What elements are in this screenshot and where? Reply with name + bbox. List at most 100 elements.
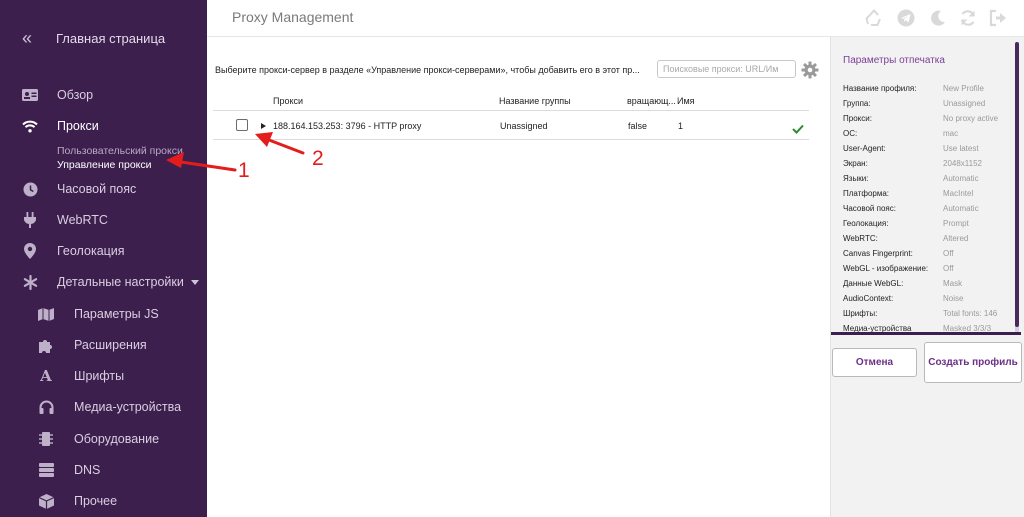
server-icon xyxy=(38,462,54,478)
telegram-icon[interactable] xyxy=(897,9,915,27)
sidebar-item-hardware[interactable]: Оборудование xyxy=(0,428,207,450)
fingerprint-key: Платформа: xyxy=(843,189,890,198)
cancel-button[interactable]: Отмена xyxy=(832,348,917,377)
fingerprint-value: Prompt xyxy=(943,219,969,228)
sidebar-item-label: Расширения xyxy=(74,338,147,352)
fingerprint-key: Canvas Fingerprint: xyxy=(843,249,913,258)
sidebar-item-timezone[interactable]: Часовой пояс xyxy=(0,178,207,200)
headphones-icon xyxy=(38,399,54,415)
top-header: Proxy Management xyxy=(207,0,1024,37)
sidebar-item-proxy[interactable]: Прокси xyxy=(0,115,207,137)
fingerprint-value: 2048x1152 xyxy=(943,159,982,168)
sidebar-item-js-params[interactable]: Параметры JS xyxy=(0,303,207,325)
fingerprint-key: WebGL - изображение: xyxy=(843,264,929,273)
column-header-proxy[interactable]: Прокси xyxy=(273,96,303,106)
fingerprint-row: User-Agent: Use latest xyxy=(843,144,1021,158)
fingerprint-value: Off xyxy=(943,264,954,273)
fingerprint-key: Геолокация: xyxy=(843,219,889,228)
app-window: « Главная страница Обзор Прокси Пользова… xyxy=(0,0,1024,517)
row-checkbox[interactable] xyxy=(236,119,248,131)
fingerprint-row: WebGL - изображение: Off xyxy=(843,264,1021,278)
fingerprint-row: AudioContext: Noise xyxy=(843,294,1021,308)
fingerprint-value: Mask xyxy=(943,279,963,288)
sidebar-item-label: Прокси xyxy=(57,119,99,133)
fingerprint-value: mac xyxy=(943,129,959,138)
fingerprint-row: Данные WebGL: Mask xyxy=(843,279,1021,293)
fingerprint-row: Группа: Unassigned xyxy=(843,99,1021,113)
sidebar-item-label: Медиа-устройства xyxy=(74,400,182,414)
column-header-name[interactable]: Имя xyxy=(677,96,695,106)
sidebar-item-label: Параметры JS xyxy=(74,307,159,321)
page-title: Proxy Management xyxy=(232,9,354,25)
fingerprint-key: Медиа-устройства xyxy=(843,324,912,332)
column-header-group[interactable]: Название группы xyxy=(499,96,571,106)
fingerprint-scrollbar-thumb[interactable] xyxy=(1015,42,1019,327)
fingerprint-key: Прокси: xyxy=(843,114,872,123)
fingerprint-row: Платформа: MacIntel xyxy=(843,189,1021,203)
fingerprint-row: Canvas Fingerprint: Off xyxy=(843,249,1021,263)
wifi-icon xyxy=(22,118,38,134)
puzzle-icon xyxy=(38,337,54,353)
fingerprint-key: Экран: xyxy=(843,159,868,168)
collapse-icon[interactable]: « xyxy=(22,28,56,49)
map-icon xyxy=(38,306,54,322)
sidebar-top: « Главная страница xyxy=(0,0,207,76)
fingerprint-key: Часовой пояс: xyxy=(843,204,896,213)
fingerprint-key: Данные WebGL: xyxy=(843,279,904,288)
annotation-number-1: 1 xyxy=(238,159,250,182)
fingerprint-key: ОС: xyxy=(843,129,858,138)
fingerprint-key: Название профиля: xyxy=(843,84,917,93)
fingerprint-value: Automatic xyxy=(943,174,979,183)
fingerprint-row: ОС: mac xyxy=(843,129,1021,143)
create-profile-button[interactable]: Создать профиль xyxy=(924,342,1022,383)
sidebar-item-label: Обзор xyxy=(57,88,94,102)
sidebar-item-webrtc[interactable]: WebRTC xyxy=(0,209,207,231)
fingerprint-value: Masked 3/3/3 xyxy=(943,324,992,332)
sidebar-item-label: Детальные настройки xyxy=(57,275,184,289)
fingerprint-value: Automatic xyxy=(943,204,979,213)
fingerprint-row: Название профиля: New Profile xyxy=(843,84,1021,98)
sidebar-item-overview[interactable]: Обзор xyxy=(0,84,207,106)
sidebar-item-dns[interactable]: DNS xyxy=(0,459,207,481)
fingerprint-key: Группа: xyxy=(843,99,871,108)
location-pin-icon xyxy=(22,243,38,259)
sidebar-item-media-devices[interactable]: Медиа-устройства xyxy=(0,396,207,418)
sidebar-item-detailed-settings[interactable]: Детальные настройки xyxy=(0,271,207,293)
sidebar-subitem-custom-proxy[interactable]: Пользовательский прокси xyxy=(57,145,183,157)
chip-icon xyxy=(38,431,54,447)
fingerprint-key: User-Agent: xyxy=(843,144,886,153)
sidebar-item-geolocation[interactable]: Геолокация xyxy=(0,240,207,262)
sidebar-item-extensions[interactable]: Расширения xyxy=(0,334,207,356)
fingerprint-value: New Profile xyxy=(943,84,984,93)
clock-icon xyxy=(22,181,38,197)
fingerprint-key: AudioContext: xyxy=(843,294,894,303)
logout-icon[interactable] xyxy=(989,9,1007,27)
expand-row-icon[interactable] xyxy=(261,123,266,129)
sidebar-item-label: DNS xyxy=(74,463,101,477)
fingerprint-row: WebRTC: Altered xyxy=(843,234,1021,248)
fingerprint-key: Языки: xyxy=(843,174,869,183)
proxy-search-input[interactable] xyxy=(657,60,796,78)
sidebar-subitem-proxy-management[interactable]: Управление прокси xyxy=(57,159,151,171)
fingerprint-row: Часовой пояс: Automatic xyxy=(843,204,1021,218)
checkmark-icon xyxy=(792,121,804,134)
sidebar-item-fonts[interactable]: A Шрифты xyxy=(0,365,207,387)
moon-icon[interactable] xyxy=(929,9,947,27)
fingerprint-value: Altered xyxy=(943,234,969,243)
fingerprint-row: Прокси: No proxy active xyxy=(843,114,1021,128)
id-card-icon xyxy=(22,87,38,103)
asterisk-icon xyxy=(22,274,38,290)
sidebar-item-label: WebRTC xyxy=(57,213,108,227)
fingerprint-row: Геолокация: Prompt xyxy=(843,219,1021,233)
recycle-icon[interactable] xyxy=(865,8,883,27)
fingerprint-row: Языки: Automatic xyxy=(843,174,1021,188)
gear-icon[interactable] xyxy=(801,61,819,79)
cell-rotating: false xyxy=(628,121,648,131)
column-header-rotating[interactable]: вращающ... xyxy=(627,96,676,106)
chevron-down-icon xyxy=(191,279,199,285)
sidebar-home-link[interactable]: Главная страница xyxy=(56,31,165,46)
sidebar-item-other[interactable]: Прочее xyxy=(0,490,207,512)
fingerprint-value: Off xyxy=(943,249,954,258)
fingerprint-value: Total fonts: 146 xyxy=(943,309,998,318)
refresh-icon[interactable] xyxy=(959,9,977,27)
